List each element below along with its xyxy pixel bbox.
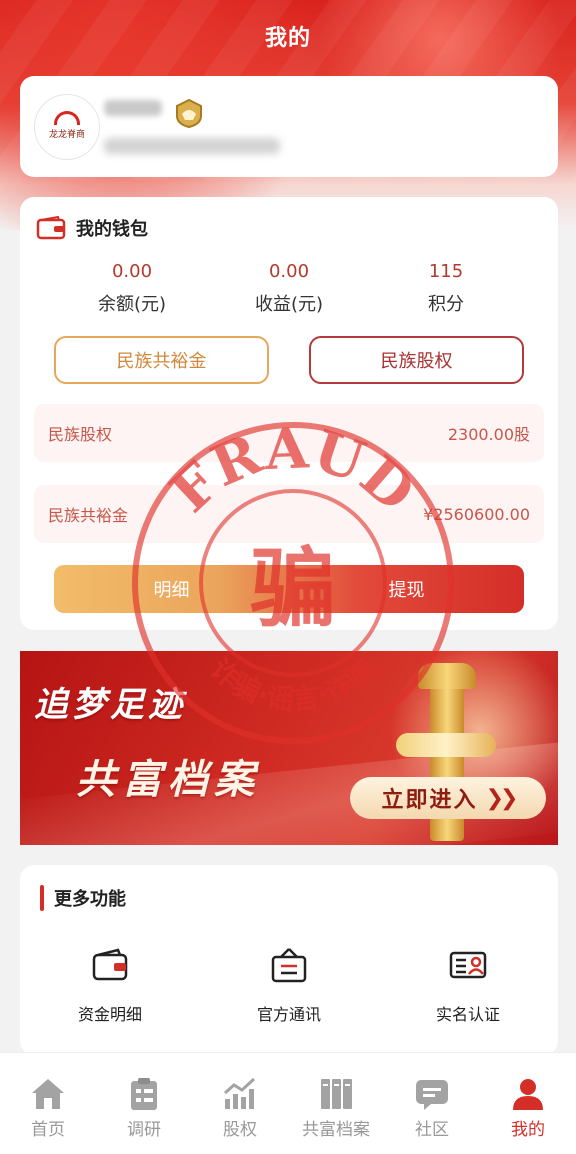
stat-label: 余额(元)	[97, 294, 167, 315]
avatar[interactable]: 龙龙脊商	[34, 94, 100, 160]
stat-value: 0.00	[268, 261, 310, 282]
stat-value: 115	[428, 261, 464, 282]
monument-top-icon	[418, 663, 476, 689]
tab-label: 调研	[127, 1120, 161, 1140]
tab-equity[interactable]: 股权	[192, 1053, 288, 1154]
tab-label: 共富档案	[302, 1120, 370, 1140]
home-icon	[32, 1079, 64, 1109]
banner-title-line1: 追梦足迹	[34, 685, 186, 725]
member-badge-icon	[170, 98, 208, 128]
tab-label: 首页	[31, 1120, 65, 1140]
wallet-stats: 0.00 余额(元) 0.00 收益(元) 115 积分	[20, 261, 558, 321]
banner-title-line2: 共富档案	[76, 756, 260, 803]
promo-banner[interactable]: 追梦足迹 共富档案 立即进入 ❯❯	[20, 651, 558, 845]
notice-board-icon	[271, 948, 307, 983]
fund-details-item[interactable]: 资金明细	[40, 945, 180, 1025]
tab-community[interactable]: 社区	[384, 1053, 480, 1154]
stat-value: 0.00	[111, 261, 153, 282]
more-functions-title: 更多功能	[54, 889, 126, 910]
tab-research[interactable]: 调研	[96, 1053, 192, 1154]
wallet-action-bar: 明细 提现	[54, 565, 524, 613]
tab-mine[interactable]: 我的	[480, 1053, 576, 1154]
double-chevron-right-icon: ❯❯	[485, 785, 519, 811]
enter-now-label: 立即进入	[381, 788, 478, 813]
function-label: 实名认证	[435, 1005, 500, 1024]
wallet-title: 我的钱包	[76, 219, 148, 240]
more-functions-card: 更多功能 资金明细 官方通讯 实名认证	[20, 865, 558, 1055]
function-label: 官方通讯	[256, 1005, 321, 1024]
stat-balance[interactable]: 0.00 余额(元)	[52, 261, 212, 316]
chat-icon	[416, 1080, 448, 1110]
section-accent-bar	[40, 885, 44, 911]
tab-label: 股权	[223, 1120, 257, 1140]
stat-label: 收益(元)	[254, 294, 324, 315]
profile-card[interactable]: 龙龙脊商	[20, 76, 558, 177]
wallet-card: 我的钱包 0.00 余额(元) 0.00 收益(元) 115 积分 民族共裕金 …	[20, 197, 558, 630]
avatar-logo-text: 龙龙脊商	[48, 129, 85, 140]
tab-label: 社区	[415, 1120, 449, 1140]
list-item[interactable]: 民族股权 2300.00股	[34, 404, 544, 462]
page-title: 我的	[264, 26, 311, 51]
tab-archive[interactable]: 共富档案	[288, 1053, 384, 1154]
stat-label: 积分	[428, 294, 464, 315]
archive-icon	[321, 1079, 352, 1109]
row-value: 2300.00股	[447, 425, 530, 444]
bottom-tab-bar: 首页 调研 股权 共富档案 社区 我的	[0, 1052, 576, 1154]
real-name-verification-item[interactable]: 实名认证	[398, 945, 538, 1025]
national-equity-button[interactable]: 民族股权	[309, 336, 524, 384]
wallet-header: 我的钱包	[36, 215, 148, 241]
user-subtitle-blurred	[104, 138, 280, 154]
clipboard-icon	[131, 1078, 157, 1110]
list-item[interactable]: 民族共裕金 ¥2560600.00	[34, 485, 544, 543]
wallet-icon	[92, 948, 128, 981]
wallet-icon	[36, 216, 66, 240]
logo-icon	[54, 110, 80, 125]
tab-label: 我的	[511, 1120, 545, 1140]
user-icon	[513, 1079, 543, 1110]
id-card-icon	[449, 951, 487, 979]
stat-earnings[interactable]: 0.00 收益(元)	[209, 261, 369, 316]
row-label: 民族股权	[48, 425, 113, 444]
common-prosperity-fund-button[interactable]: 民族共裕金	[54, 336, 269, 384]
function-label: 资金明细	[77, 1005, 142, 1024]
row-value: ¥2560600.00	[423, 504, 530, 524]
cloud-ornament-icon	[396, 733, 496, 757]
official-news-item[interactable]: 官方通讯	[219, 945, 359, 1025]
trend-chart-icon	[224, 1077, 256, 1109]
withdraw-button[interactable]: 提现	[289, 565, 524, 613]
more-functions-header: 更多功能	[40, 885, 126, 911]
row-label: 民族共裕金	[48, 506, 129, 525]
tab-home[interactable]: 首页	[0, 1053, 96, 1154]
username-blurred	[104, 100, 162, 116]
stat-points[interactable]: 115 积分	[366, 261, 526, 316]
enter-now-button[interactable]: 立即进入 ❯❯	[350, 777, 546, 819]
detail-button[interactable]: 明细	[54, 565, 289, 613]
